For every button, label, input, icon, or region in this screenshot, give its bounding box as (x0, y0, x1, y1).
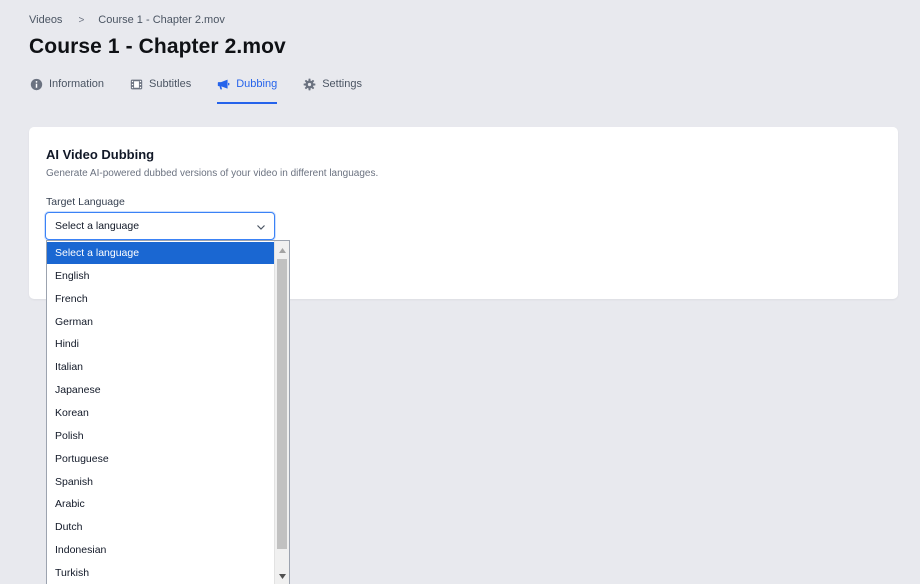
triangle-up-icon (278, 247, 286, 253)
language-option[interactable]: Arabic (47, 493, 275, 515)
language-option[interactable]: Select a language (47, 242, 275, 264)
language-option[interactable]: German (47, 311, 275, 333)
language-option[interactable]: English (47, 265, 275, 287)
tab-settings[interactable]: Settings (303, 76, 362, 104)
scroll-up-arrow[interactable] (275, 243, 289, 257)
language-option[interactable]: Italian (47, 356, 275, 378)
language-option[interactable]: Polish (47, 425, 275, 447)
language-option[interactable]: Japanese (47, 379, 275, 401)
language-dropdown-list: Turkish Indonesian Dutch Arabic Spanish Portu… (46, 240, 290, 584)
gear-icon (303, 78, 316, 91)
language-option[interactable]: Portuguese (47, 448, 275, 470)
breadcrumb-current: Course 1 - Chapter 2.mov (98, 14, 225, 26)
tab-dubbing-label: Dubbing (236, 78, 278, 90)
megaphone-icon (218, 79, 230, 90)
film-icon (130, 79, 143, 90)
tab-bar: Information Subtitles Dubbing Settings (30, 76, 388, 104)
breadcrumb: Videos > Course 1 - Chapter 2.mov (29, 14, 225, 26)
breadcrumb-videos-link[interactable]: Videos (29, 14, 62, 26)
language-option[interactable]: Hindi (47, 333, 275, 355)
tab-settings-label: Settings (322, 78, 362, 90)
target-language-select[interactable]: Select a language (45, 212, 275, 240)
info-icon (30, 78, 43, 91)
scroll-thumb[interactable] (277, 259, 287, 549)
scroll-down-arrow[interactable] (275, 569, 289, 583)
dropdown-scrollbar[interactable] (274, 241, 289, 584)
tab-dubbing[interactable]: Dubbing (217, 76, 278, 104)
breadcrumb-separator: > (78, 14, 85, 26)
triangle-down-icon (278, 573, 286, 579)
tab-information[interactable]: Information (30, 76, 104, 104)
tab-information-label: Information (49, 78, 105, 90)
chevron-down-icon (257, 225, 265, 230)
language-option[interactable]: French (47, 288, 275, 310)
language-option[interactable]: Indonesian (47, 539, 275, 561)
target-language-label: Target Language (46, 196, 125, 208)
language-option[interactable]: Korean (47, 402, 275, 424)
language-option[interactable]: Dutch (47, 516, 275, 538)
card-description: Generate AI-powered dubbed versions of y… (46, 168, 379, 179)
language-option[interactable]: Spanish (47, 471, 275, 493)
language-option[interactable]: Turkish (47, 562, 275, 584)
tab-subtitles-label: Subtitles (149, 78, 192, 90)
tab-subtitles[interactable]: Subtitles (130, 76, 191, 104)
select-value: Select a language (55, 220, 140, 232)
card-title: AI Video Dubbing (46, 147, 155, 162)
page-title: Course 1 - Chapter 2.mov (29, 35, 286, 58)
page: Videos > Course 1 - Chapter 2.mov Course… (0, 0, 920, 584)
